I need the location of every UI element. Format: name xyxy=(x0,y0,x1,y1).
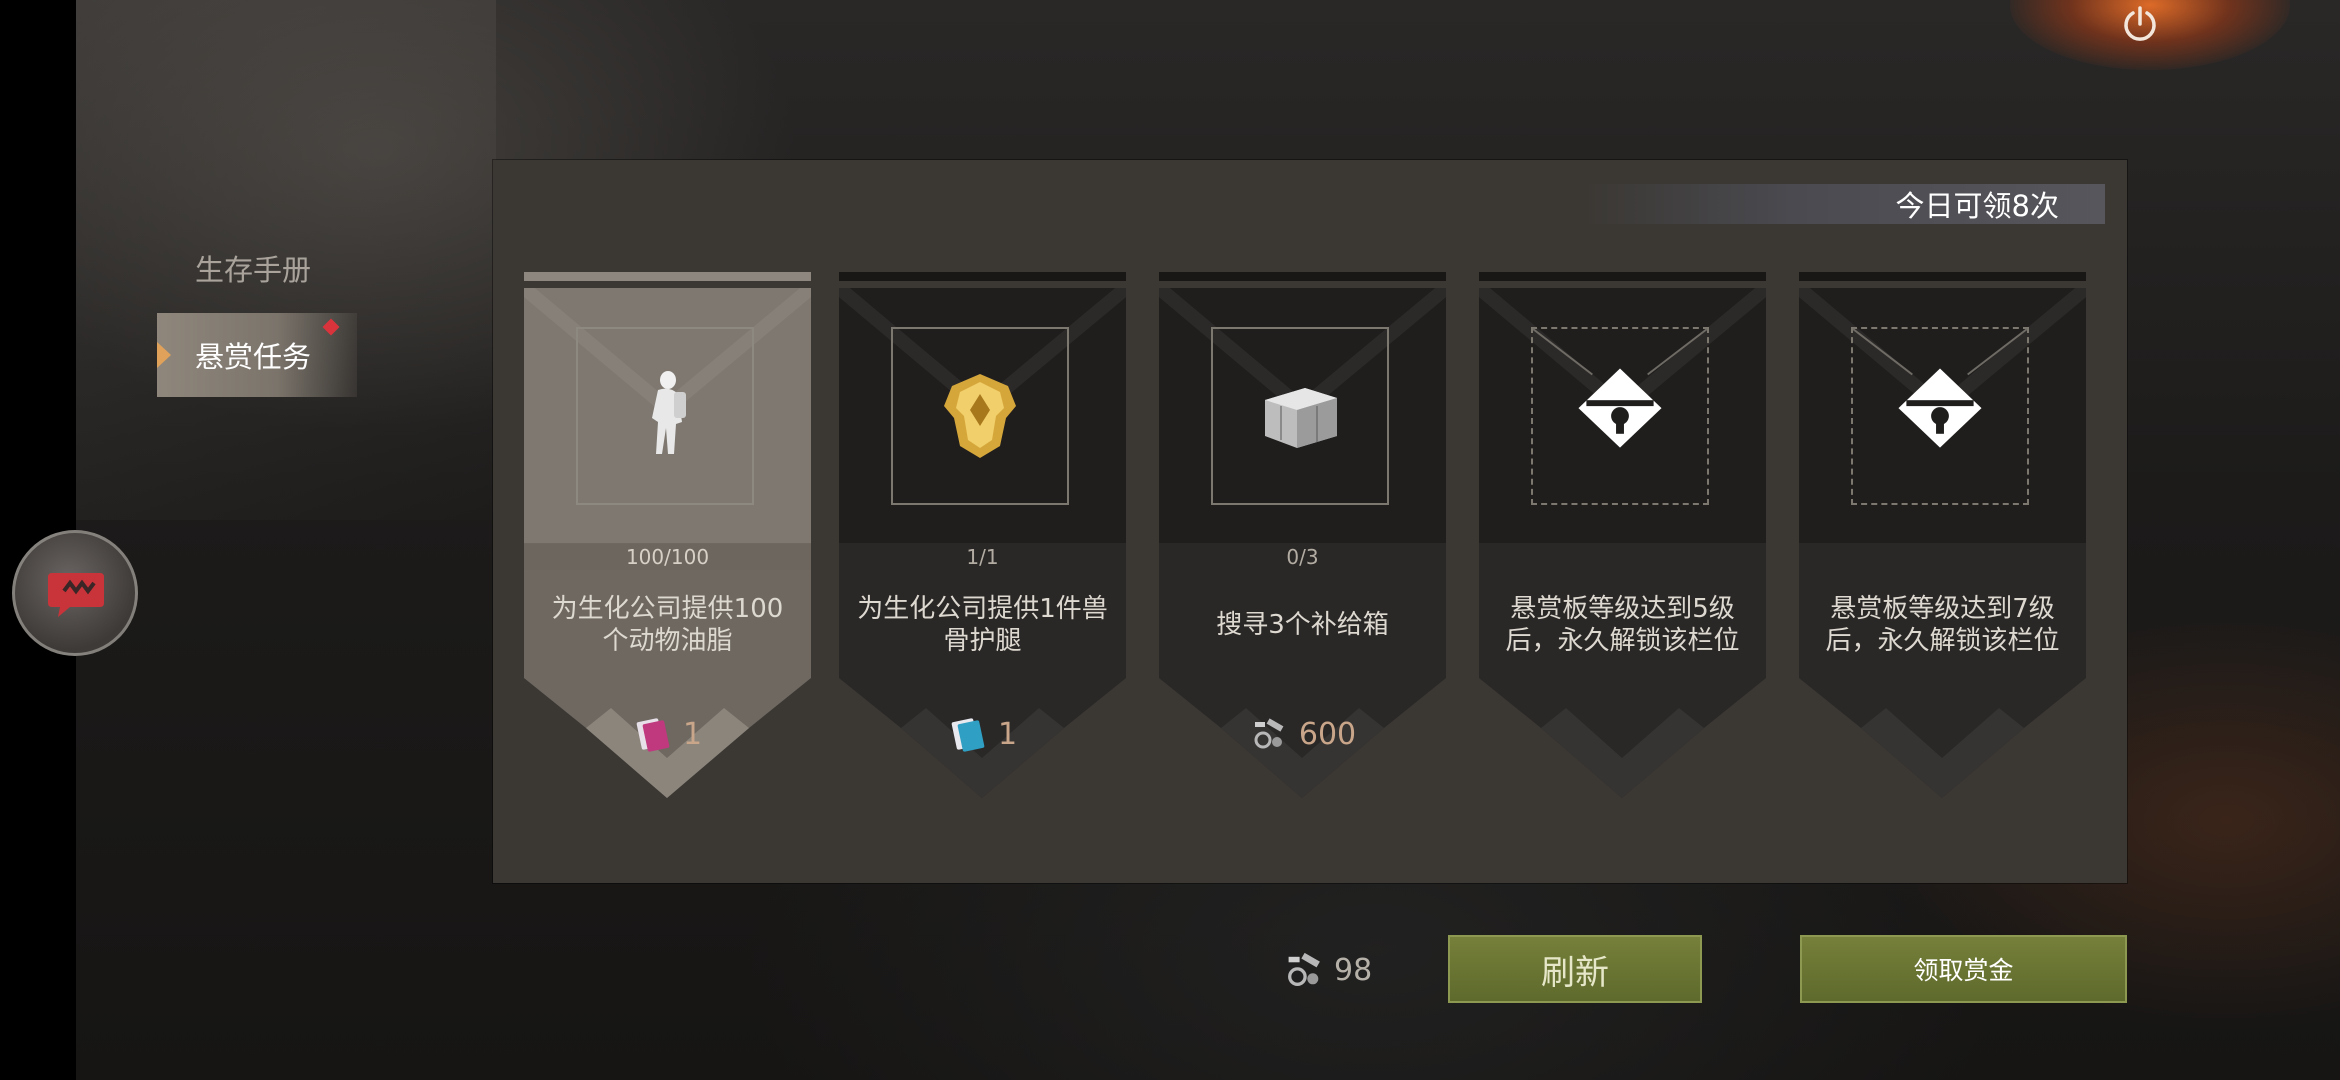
nav-item-bounty-tasks[interactable]: 悬赏任务 xyxy=(157,313,357,397)
unlock-requirement: 悬赏板等级达到5级后，永久解锁该栏位 xyxy=(1505,594,1740,656)
bounty-card-locked-1: 悬赏板等级达到5级后，永久解锁该栏位 xyxy=(1479,272,1766,812)
card-top-bar xyxy=(1159,272,1446,281)
task-reward: 1 xyxy=(839,712,1126,756)
task-description: 搜寻3个补给箱 xyxy=(1216,610,1389,640)
claim-button-label: 领取赏金 xyxy=(1913,956,2014,985)
card-top-bar xyxy=(839,272,1126,281)
locked-slot-frame xyxy=(1531,327,1709,505)
task-reward: 1 xyxy=(524,712,811,756)
task-description: 为生化公司提供1件兽骨护腿 xyxy=(857,594,1108,656)
blue-card-icon xyxy=(951,718,985,752)
bounty-panel: 今日可领8次 100/100 为生化公司提供100个动物油脂 1 1/1 为生化… xyxy=(493,160,2127,883)
nav-item-survival-handbook[interactable]: 生存手册 xyxy=(157,240,357,296)
supply-crate-icon xyxy=(1265,388,1337,448)
unlock-requirement: 悬赏板等级达到7级后，永久解锁该栏位 xyxy=(1825,594,2060,656)
bounty-card-locked-2: 悬赏板等级达到7级后，永久解锁该栏位 xyxy=(1799,272,2086,812)
reward-value: 1 xyxy=(997,716,1018,752)
nav-item-label: 悬赏任务 xyxy=(195,340,312,374)
currency-value: 98 xyxy=(1334,952,1373,988)
reward-value: 600 xyxy=(1298,716,1357,752)
task-progress: 1/1 xyxy=(966,545,999,569)
task-icon-frame xyxy=(891,327,1069,505)
notification-dot-icon xyxy=(322,318,340,336)
card-top-bar xyxy=(1799,272,2086,281)
daily-limit-banner: 今日可领8次 xyxy=(1585,184,2105,224)
lock-icon xyxy=(1853,328,2027,448)
chat-bubble-icon xyxy=(48,573,104,617)
magenta-card-icon xyxy=(636,718,670,752)
active-arrow-icon xyxy=(157,342,171,368)
parts-icon xyxy=(1288,952,1320,986)
task-description: 为生化公司提供100个动物油脂 xyxy=(551,594,784,656)
chat-button[interactable] xyxy=(12,530,138,656)
task-reward: 600 xyxy=(1159,712,1446,756)
refresh-button[interactable]: 刷新 xyxy=(1448,935,1702,1003)
lock-icon xyxy=(1533,328,1707,448)
card-top-bar xyxy=(524,272,811,281)
reward-value: 1 xyxy=(682,716,703,752)
bounty-card-2[interactable]: 1/1 为生化公司提供1件兽骨护腿 1 xyxy=(839,272,1126,812)
power-button[interactable] xyxy=(2118,2,2162,46)
refresh-button-label: 刷新 xyxy=(1541,952,1609,993)
card-top-bar xyxy=(1479,272,1766,281)
golden-armor-icon xyxy=(944,374,1016,458)
parts-icon xyxy=(1254,718,1284,749)
soldier-figure-icon xyxy=(652,371,686,454)
bounty-card-3[interactable]: 0/3 搜寻3个补给箱 600 xyxy=(1159,272,1446,812)
bounty-card-1[interactable]: 100/100 为生化公司提供100个动物油脂 1 xyxy=(524,272,811,812)
task-progress: 0/3 xyxy=(1286,545,1319,569)
game-screen: 生存手册 悬赏任务 今日可领8次 100/100 为生化公司提供100个动物油脂… xyxy=(0,0,2340,1080)
task-icon-frame xyxy=(576,327,754,505)
claim-bounty-button[interactable]: 领取赏金 xyxy=(1800,935,2127,1003)
nav-item-label: 生存手册 xyxy=(195,253,312,287)
task-progress: 100/100 xyxy=(524,544,811,570)
parts-currency: 98 xyxy=(1282,948,1372,992)
task-icon-frame xyxy=(1211,327,1389,505)
daily-limit-text: 今日可领8次 xyxy=(1895,189,2059,223)
power-icon xyxy=(2124,6,2156,41)
locked-slot-frame xyxy=(1851,327,2029,505)
